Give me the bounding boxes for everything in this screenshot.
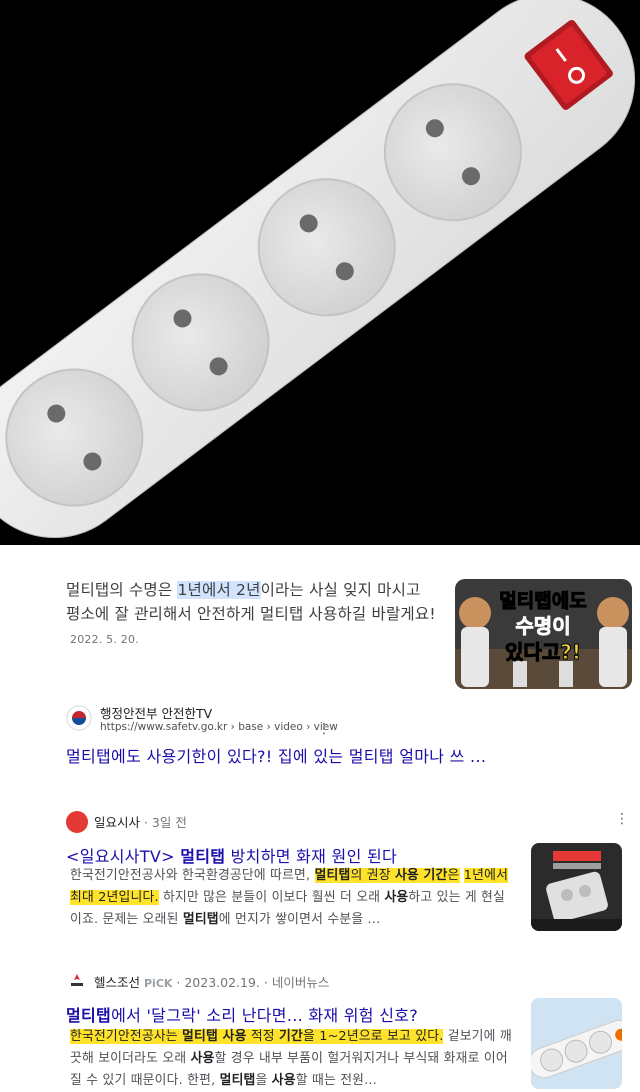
result2-text-1: 한국전기안전공사와 한국환경공단에 따르면, bbox=[70, 868, 315, 883]
gov-emblem-icon bbox=[66, 705, 92, 731]
result3-meta: · 2023.02.19. · 네이버뉴스 bbox=[172, 975, 330, 990]
result3-pick-badge: PiCK bbox=[144, 977, 173, 990]
result3-hl-bold-2: 기간 bbox=[279, 1029, 303, 1044]
result2-hl-text-b: 은 bbox=[447, 868, 460, 883]
result3-hl-text-b: 적정 bbox=[246, 1029, 280, 1044]
result2-more-icon[interactable]: ⋮ bbox=[615, 811, 629, 827]
result3-text-3: 을 bbox=[255, 1073, 272, 1088]
result3-text-4: 할 때는 전원... bbox=[295, 1073, 377, 1088]
featured-highlight: 1년에서 2년 bbox=[177, 581, 261, 599]
result2-title-suffix: 방치하면 화재 원인 된다 bbox=[225, 847, 398, 866]
result3-bold-3: 사용 bbox=[190, 1051, 215, 1066]
result3-snippet: 한국전기안전공사는 멀티탭 사용 적정 기간을 1~2년으로 보고 있다. 겉보… bbox=[70, 1026, 515, 1092]
result2-bold-3: 사용 bbox=[384, 890, 409, 905]
power-strip-image bbox=[0, 0, 640, 545]
result3-thumbnail[interactable] bbox=[531, 998, 622, 1089]
featured-snippet-text: 멀티탭의 수명은 1년에서 2년이라는 사실 잊지 마시고 평소에 잘 관리해서… bbox=[66, 578, 436, 652]
result2-bold-4: 멀티탭 bbox=[182, 912, 219, 927]
result2-title-prefix: <일요시사TV> bbox=[66, 847, 181, 866]
result3-title-bold: 멀티탭 bbox=[66, 1006, 112, 1025]
result2-title-bold: 멀티탭 bbox=[180, 847, 226, 866]
result2-text-4: 에 먼지가 쌓이면서 수분을 ... bbox=[218, 912, 381, 927]
result1-title[interactable]: 멀티탭에도 사용기한이 있다?! 집에 있는 멀티탭 얼마나 쓰 ... bbox=[66, 743, 486, 767]
result3-title-rest: 에서 '달그락' 소리 난다면... 화재 위험 신호? bbox=[111, 1006, 419, 1025]
search-results: 멀티탭의 수명은 1년에서 2년이라는 사실 잊지 마시고 평소에 잘 관리해서… bbox=[0, 545, 640, 1089]
svg-text:멀티탭에도: 멀티탭에도 bbox=[499, 590, 586, 612]
featured-text-before: 멀티탭의 수명은 bbox=[66, 581, 178, 599]
svg-text:수명이: 수명이 bbox=[515, 614, 570, 638]
result2-title[interactable]: <일요시사TV> 멀티탭 방치하면 화재 원인 된다 bbox=[66, 843, 397, 867]
result3-bold-4: 멀티탭 bbox=[219, 1073, 256, 1088]
result3-bold-5: 사용 bbox=[271, 1073, 296, 1088]
result1-source-name: 행정안전부 안전한TV bbox=[100, 706, 213, 721]
ilyosisa-logo-icon bbox=[66, 811, 88, 833]
result2-hl-bold-1: 멀티탭 bbox=[314, 868, 351, 883]
result2-thumbnail[interactable] bbox=[531, 843, 622, 931]
featured-date: 2022. 5. 20. bbox=[70, 633, 139, 646]
result3-hl-text-a: 한국전기안전공사는 bbox=[70, 1029, 183, 1044]
result2-hl-bold-2: 사용 기간 bbox=[394, 868, 448, 883]
featured-thumbnail[interactable]: 멀티탭에도 수명이 있다고?! bbox=[455, 579, 632, 689]
result3-hl-text-c: 을 1~2년으로 보고 있다. bbox=[303, 1029, 444, 1044]
result2-hl-text-a: 의 권장 bbox=[350, 868, 395, 883]
svg-text:있다고?!: 있다고?! bbox=[505, 640, 581, 664]
result2-text-2: 하지만 많은 분들이 이보다 훨씬 더 오래 bbox=[158, 890, 385, 905]
result3-hl-bold-1: 멀티탭 사용 bbox=[182, 1029, 247, 1044]
healthchosun-logo-icon bbox=[66, 971, 88, 993]
result2-snippet: 한국전기안전공사와 한국환경공단에 따르면, 멀티탭의 권장 사용 기간은 1년… bbox=[70, 865, 515, 931]
result1-url: https://www.safetv.go.kr › base › video … bbox=[100, 721, 338, 733]
result1-more-icon[interactable]: ⋮ bbox=[317, 721, 331, 737]
power-strip-illustration bbox=[0, 0, 636, 539]
result2-meta: · 3일 전 bbox=[140, 815, 187, 830]
result3-source-name: 헬스조선 bbox=[94, 975, 141, 990]
result2-source-name: 일요시사 bbox=[94, 815, 141, 830]
result3-title[interactable]: 멀티탭에서 '달그락' 소리 난다면... 화재 위험 신호? bbox=[66, 1002, 418, 1026]
